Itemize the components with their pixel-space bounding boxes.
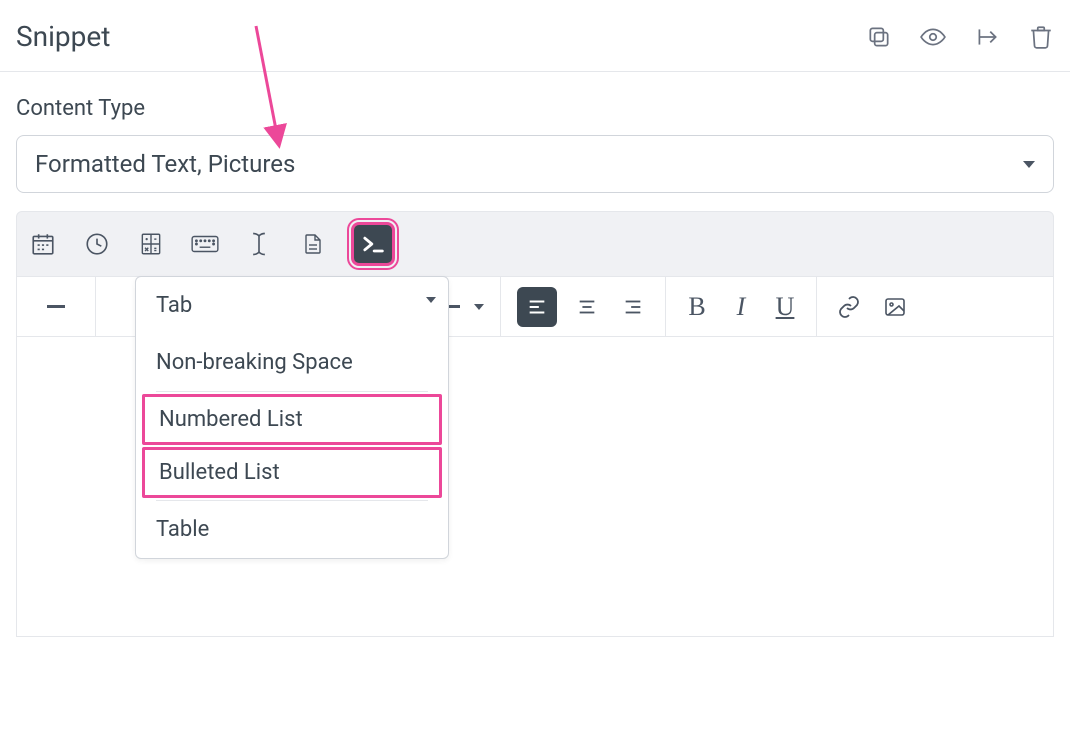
highlight-bulleted-list: Bulleted List — [142, 447, 442, 498]
align-left-button[interactable] — [517, 287, 557, 327]
menu-item-table[interactable]: Table — [136, 501, 448, 558]
dash-icon — [47, 305, 65, 308]
toolbar-group-indent[interactable] — [17, 277, 96, 336]
caret-down-icon — [426, 297, 436, 303]
align-center-button[interactable] — [571, 291, 603, 323]
highlight-numbered-list: Numbered List — [142, 394, 442, 445]
menu-item-tab[interactable]: Tab — [136, 277, 448, 334]
document-icon[interactable] — [297, 228, 329, 260]
page-title: Snippet — [16, 20, 110, 53]
menu-item-bulleted-list[interactable]: Bulleted List — [145, 450, 439, 495]
calculator-icon[interactable] — [135, 228, 167, 260]
toolbar-group-format: B I U — [666, 277, 817, 336]
menu-item-numbered-list[interactable]: Numbered List — [145, 397, 439, 442]
export-icon[interactable] — [974, 24, 1000, 50]
content-type-label: Content Type — [0, 72, 1070, 135]
italic-button[interactable]: I — [726, 292, 756, 322]
snippet-header: Snippet — [0, 0, 1070, 72]
content-type-select[interactable]: Formatted Text, Pictures — [16, 135, 1054, 193]
caret-down-icon — [474, 304, 484, 310]
clock-icon[interactable] — [81, 228, 113, 260]
header-actions — [866, 24, 1054, 50]
keyboard-icon[interactable] — [189, 228, 221, 260]
toolbar-group-align — [501, 277, 666, 336]
preview-icon[interactable] — [920, 24, 946, 50]
copy-icon[interactable] — [866, 24, 892, 50]
calendar-icon[interactable] — [27, 228, 59, 260]
toolbar-group-insert — [817, 277, 927, 336]
link-icon[interactable] — [833, 291, 865, 323]
cursor-icon[interactable] — [243, 228, 275, 260]
align-right-button[interactable] — [617, 291, 649, 323]
image-icon[interactable] — [879, 291, 911, 323]
bold-button[interactable]: B — [682, 292, 712, 322]
insert-dropdown-menu: Tab Non-breaking Space Numbered List Bul… — [135, 276, 449, 559]
terminal-insert-button[interactable] — [351, 222, 395, 266]
menu-item-nbsp[interactable]: Non-breaking Space — [136, 334, 448, 391]
menu-divider — [156, 391, 428, 392]
content-type-value: Formatted Text, Pictures — [35, 150, 295, 178]
toolbar-secondary: B I U Tab Non-breaking Space Numbered Li… — [16, 277, 1054, 337]
underline-button[interactable]: U — [770, 292, 800, 322]
toolbar-primary — [16, 211, 1054, 277]
chevron-down-icon — [1023, 161, 1035, 168]
delete-icon[interactable] — [1028, 24, 1054, 50]
